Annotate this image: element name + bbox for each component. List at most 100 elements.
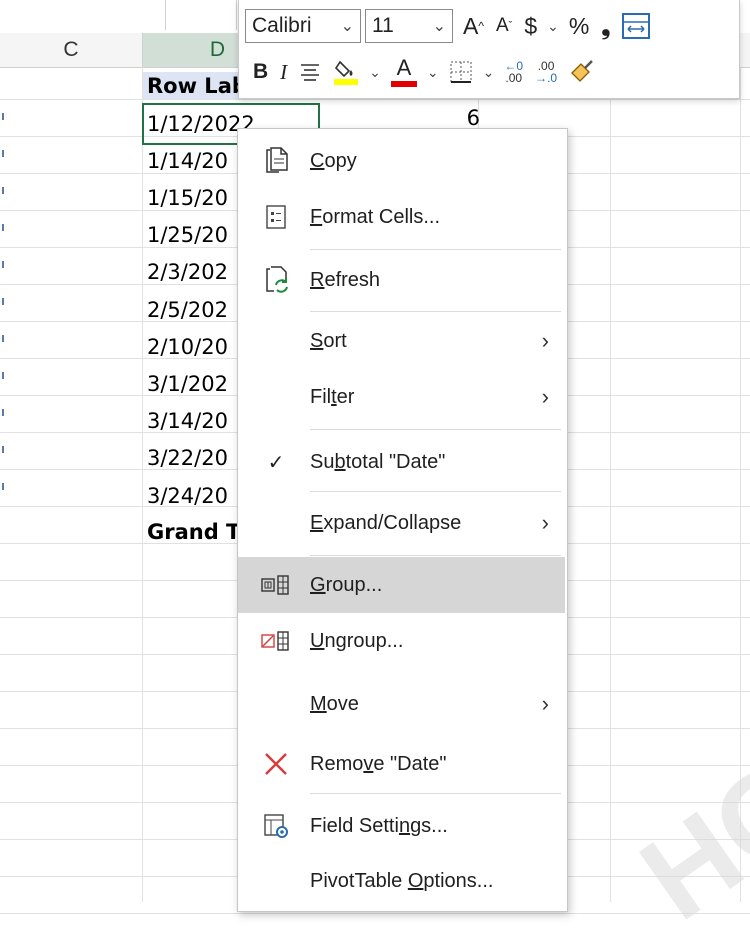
menu-item-label: Ungroup... xyxy=(310,629,404,652)
font-name-value: Calibri xyxy=(252,14,312,37)
font-size-box[interactable]: 11 ⌄ xyxy=(365,9,453,43)
column-header-c[interactable]: C xyxy=(0,33,143,67)
chevron-down-icon[interactable]: ⌄ xyxy=(547,18,559,35)
row-edge-mark xyxy=(2,298,4,305)
gridline xyxy=(740,67,741,902)
chevron-right-icon: › xyxy=(541,510,549,535)
increase-decimal-button[interactable]: ←0.00 xyxy=(504,60,523,84)
row-edge-mark xyxy=(2,187,4,194)
menu-item-label: PivotTable Options... xyxy=(310,869,494,892)
count-value[interactable]: 6 xyxy=(440,106,480,130)
decrease-font-size-button[interactable]: Aˇ xyxy=(496,15,512,37)
context-menu: Copy Format Cells... Refresh Sort › Filter › ✓ S… xyxy=(237,128,568,912)
gridline xyxy=(0,913,750,914)
menu-separator xyxy=(310,793,561,794)
menu-item-field-settings[interactable]: Field Settings... xyxy=(238,806,565,846)
pivot-date-cell[interactable]: 3/24/20 xyxy=(143,482,241,509)
menu-separator xyxy=(310,429,561,430)
chevron-down-icon[interactable]: ⌄ xyxy=(333,16,354,36)
row-edge-mark xyxy=(2,224,4,231)
menu-item-label: Field Settings... xyxy=(310,814,448,837)
pivot-date-cell[interactable]: 1/15/20 xyxy=(143,184,241,211)
gridline xyxy=(610,67,611,902)
row-edge-mark xyxy=(2,483,4,490)
bold-button[interactable]: B xyxy=(253,60,268,84)
mini-toolbar: Calibri ⌄ 11 ⌄ A^ Aˇ $ ⌄ % ❟ B I ⌄ A ⌄ xyxy=(238,0,740,99)
borders-icon[interactable] xyxy=(449,60,473,84)
chevron-down-icon[interactable]: ⌄ xyxy=(483,64,495,81)
accounting-format-button[interactable]: $ xyxy=(524,13,537,40)
checkmark-icon: ✓ xyxy=(267,451,285,474)
pivot-date-cell[interactable]: 1/14/20 xyxy=(143,147,241,174)
refresh-icon xyxy=(260,264,292,296)
chevron-down-icon[interactable]: ⌄ xyxy=(369,64,381,81)
row-edge-mark xyxy=(2,409,4,416)
menu-item-label: Expand/Collapse xyxy=(310,511,462,534)
row-edge-mark xyxy=(2,372,4,379)
remove-icon xyxy=(260,748,292,780)
merge-center-icon[interactable] xyxy=(622,13,651,39)
decrease-decimal-button[interactable]: .00 →.0 xyxy=(535,60,557,84)
menu-item-label: Group... xyxy=(310,573,383,596)
menu-item-sort[interactable]: Sort › xyxy=(238,321,565,361)
font-name-box[interactable]: Calibri ⌄ xyxy=(245,9,361,43)
pivot-date-cell[interactable]: 3/22/20 xyxy=(143,445,241,472)
font-color-button[interactable]: A xyxy=(390,57,417,87)
menu-item-refresh[interactable]: Refresh xyxy=(238,260,565,300)
menu-item-copy[interactable]: Copy xyxy=(238,141,565,181)
menu-item-label: Refresh xyxy=(310,268,381,291)
menu-item-ungroup[interactable]: Ungroup... xyxy=(238,621,565,661)
menu-item-subtotal-date[interactable]: ✓ Subtotal "Date" xyxy=(238,442,565,482)
percent-style-button[interactable]: % xyxy=(569,13,589,40)
menu-item-group[interactable]: Group... xyxy=(238,557,565,613)
pivot-date-cell[interactable]: 3/14/20 xyxy=(143,408,241,435)
chevron-down-icon[interactable]: ⌄ xyxy=(425,16,446,36)
pivot-date-cell[interactable]: 2/5/202 xyxy=(143,296,241,323)
menu-item-label: Move xyxy=(310,692,359,715)
menu-separator xyxy=(310,311,561,312)
font-size-value: 11 xyxy=(372,14,394,37)
row-edge-mark xyxy=(2,335,4,342)
menu-item-remove-date[interactable]: Remove "Date" xyxy=(238,744,565,784)
menu-item-format-cells[interactable]: Format Cells... xyxy=(238,197,565,237)
increase-font-size-button[interactable]: A ^ xyxy=(463,13,484,40)
ungroup-icon xyxy=(260,625,292,657)
chevron-right-icon: › xyxy=(541,691,549,716)
chevron-right-icon: › xyxy=(541,328,549,353)
pivot-date-cell[interactable]: 2/3/202 xyxy=(143,259,241,286)
menu-item-move[interactable]: Move › xyxy=(238,684,565,724)
menu-separator xyxy=(310,249,561,250)
fill-color-icon[interactable] xyxy=(333,58,359,86)
format-cells-icon xyxy=(260,201,292,233)
row-edge-mark xyxy=(2,150,4,157)
row-edge-mark xyxy=(2,113,4,120)
menu-separator xyxy=(310,491,561,492)
menu-item-pivottable-options[interactable]: PivotTable Options... xyxy=(238,861,565,901)
menu-separator xyxy=(310,555,561,556)
menu-item-label: Remove "Date" xyxy=(310,752,447,775)
chevron-down-icon[interactable]: ⌄ xyxy=(427,64,439,81)
row-edge-mark xyxy=(2,261,4,268)
grand-total-label[interactable]: Grand T xyxy=(143,518,241,545)
format-painter-icon[interactable] xyxy=(569,59,595,85)
menu-item-label: Filter xyxy=(310,385,355,408)
menu-item-label: Sort xyxy=(310,329,347,352)
align-center-icon[interactable] xyxy=(299,62,321,82)
row-edge-mark xyxy=(2,446,4,453)
menu-item-filter[interactable]: Filter › xyxy=(238,377,565,417)
pivot-row-labels-header[interactable]: Row Lab xyxy=(143,72,241,99)
pivot-date-cell[interactable]: 3/1/202 xyxy=(143,370,241,397)
italic-button[interactable]: I xyxy=(280,60,287,85)
menu-item-label: Copy xyxy=(310,149,357,172)
group-icon xyxy=(260,569,292,601)
gridline xyxy=(0,99,750,100)
chevron-right-icon: › xyxy=(541,384,549,409)
menu-item-expand-collapse[interactable]: Expand/Collapse › xyxy=(238,503,565,543)
copy-icon xyxy=(260,145,292,177)
grid-fragment xyxy=(165,0,237,30)
pivot-date-cell[interactable]: 2/10/20 xyxy=(143,333,241,360)
pivot-date-cell[interactable]: 1/25/20 xyxy=(143,222,241,249)
field-settings-icon xyxy=(260,810,292,842)
comma-style-button[interactable]: ❟ xyxy=(601,13,610,40)
menu-item-label: Format Cells... xyxy=(310,205,441,228)
